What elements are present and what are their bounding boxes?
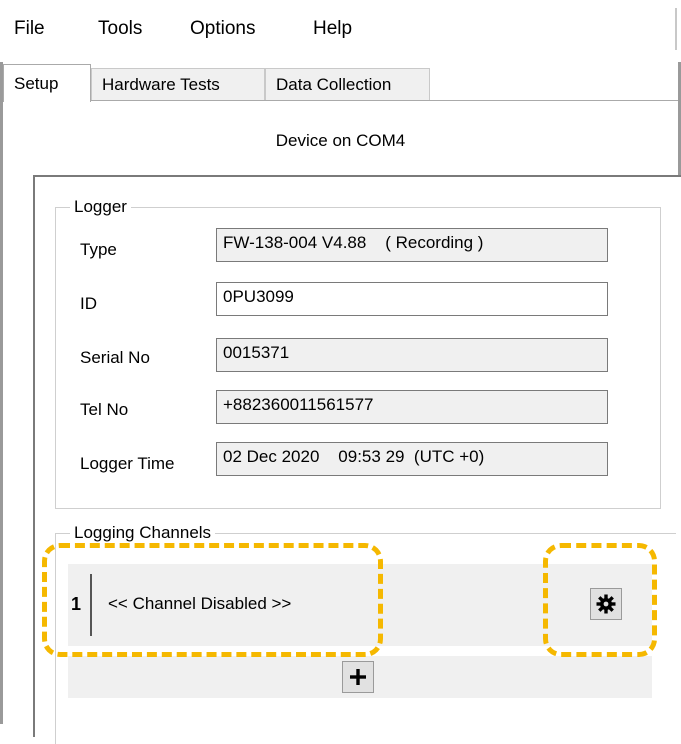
- logger-time-field: 02 Dec 2020 09:53 29 (UTC +0): [216, 442, 608, 476]
- menu-options[interactable]: Options: [190, 18, 255, 40]
- id-label: ID: [80, 294, 97, 313]
- logging-channels-group: Logging Channels 1 << Channel Disabled >…: [55, 523, 676, 744]
- content-frame: Logger Type FW-138-004 V4.88 ( Recording…: [33, 175, 681, 744]
- add-channel-row: [68, 656, 652, 698]
- tel-label: Tel No: [80, 400, 129, 419]
- tab-hardware-tests-label: Hardware Tests: [102, 74, 220, 94]
- logger-group-title: Logger: [70, 197, 131, 217]
- setup-panel: Device on COM4 Logger Type FW-138-004 V4…: [3, 100, 681, 744]
- id-field[interactable]: 0PU3099: [216, 282, 608, 316]
- tab-hardware-tests[interactable]: Hardware Tests: [91, 68, 265, 100]
- tab-data-collection[interactable]: Data Collection: [265, 68, 430, 100]
- channel-row[interactable]: 1 << Channel Disabled >>: [68, 564, 652, 646]
- serial-label: Serial No: [80, 348, 150, 367]
- menubar-divider: [675, 8, 677, 50]
- logger-group: Logger Type FW-138-004 V4.88 ( Recording…: [55, 197, 661, 509]
- menu-help[interactable]: Help: [313, 18, 352, 40]
- type-label: Type: [80, 240, 117, 259]
- serial-field: 0015371: [216, 338, 608, 372]
- channel-number: 1: [71, 594, 82, 614]
- menu-bar: File Tools Options Help: [0, 0, 681, 62]
- gear-icon: [596, 594, 616, 614]
- add-channel-button[interactable]: [342, 661, 374, 693]
- tel-field: +882360011561577: [216, 390, 608, 424]
- menu-tools[interactable]: Tools: [98, 18, 142, 40]
- plus-icon: [350, 669, 366, 685]
- menu-file[interactable]: File: [14, 18, 45, 40]
- tab-setup-label: Setup: [14, 73, 59, 93]
- tab-data-collection-label: Data Collection: [276, 74, 392, 94]
- tab-setup[interactable]: Setup: [3, 64, 91, 102]
- type-field: FW-138-004 V4.88 ( Recording ): [216, 228, 608, 262]
- channel-status: << Channel Disabled >>: [108, 594, 292, 613]
- logging-channels-title: Logging Channels: [70, 523, 216, 543]
- channel-settings-button[interactable]: [590, 588, 622, 620]
- channel-divider: [90, 574, 92, 636]
- logger-time-label: Logger Time: [80, 454, 175, 473]
- device-label: Device on COM4: [275, 131, 406, 150]
